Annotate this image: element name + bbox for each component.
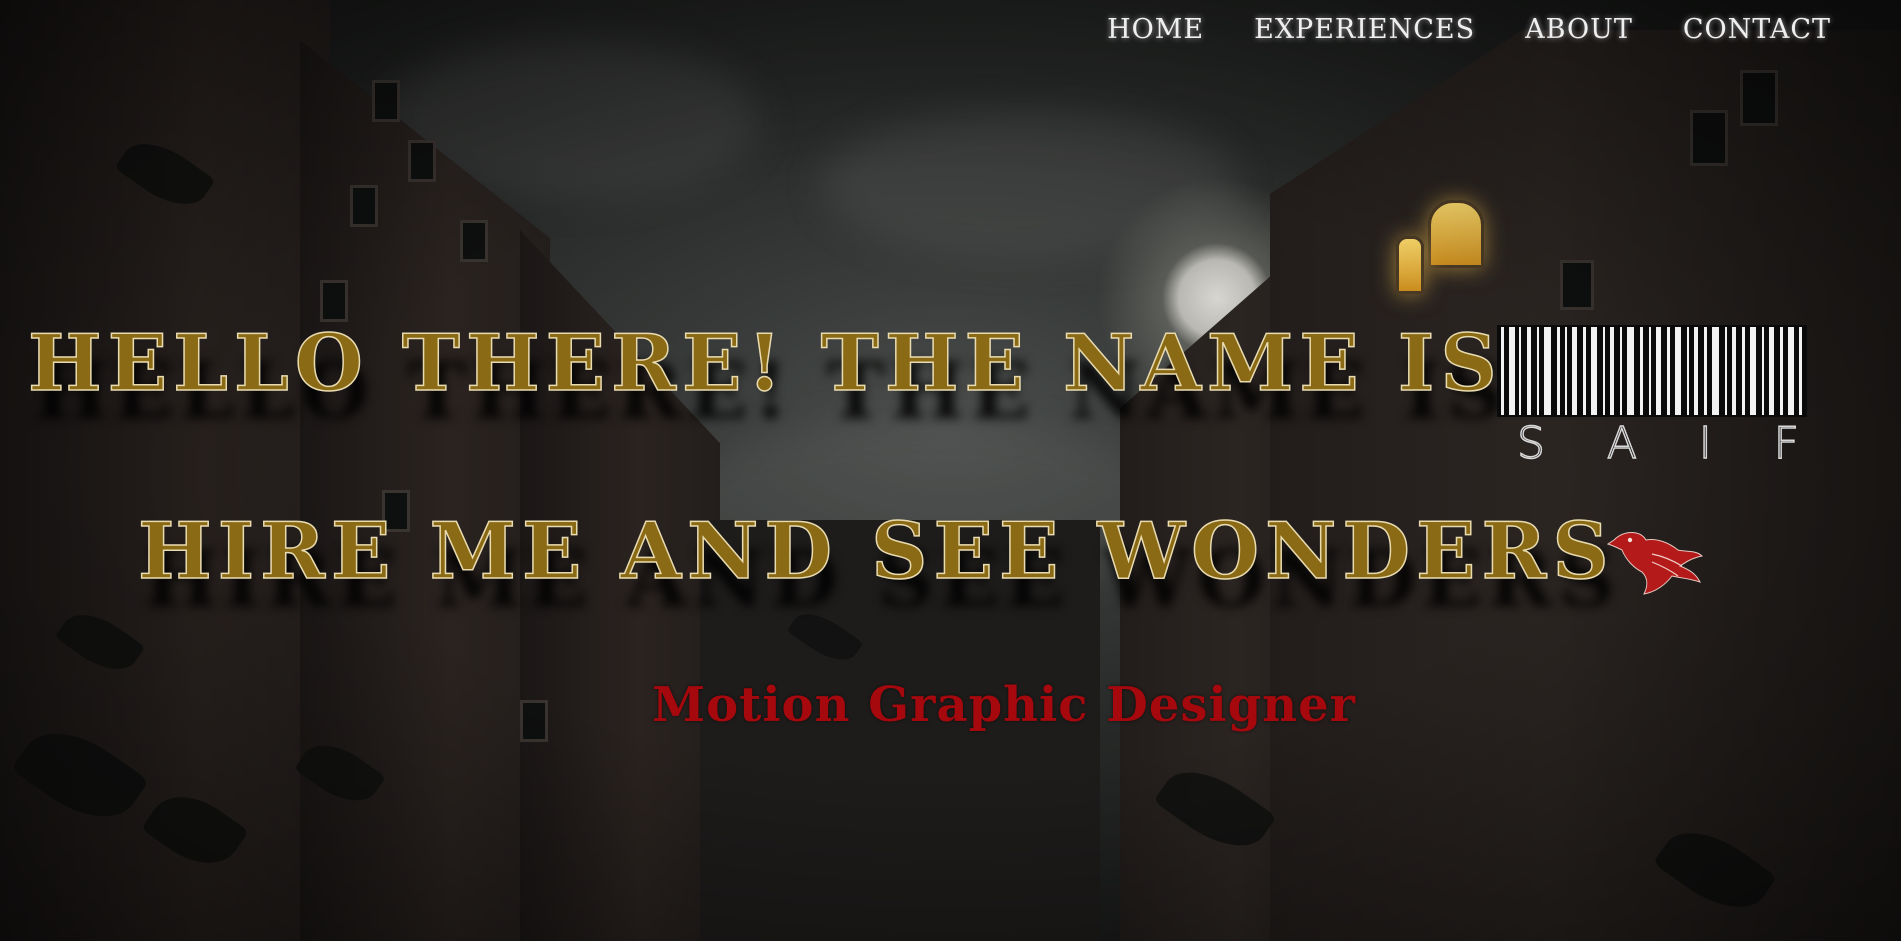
main-nav: HOME EXPERIENCES ABOUT CONTACT [1107,14,1831,45]
nav-experiences[interactable]: EXPERIENCES [1254,14,1475,45]
barcode-letter: A [1606,417,1645,470]
barcode-icon [1497,325,1807,417]
barcode-letter: F [1773,417,1807,470]
nav-home[interactable]: HOME [1107,14,1204,45]
barcode-letter: I [1698,417,1720,470]
barcode-letter: S [1516,417,1553,470]
nav-contact[interactable]: CONTACT [1683,14,1831,45]
background-scene [0,0,1901,941]
barcode-logo: S A I F [1497,325,1807,470]
nav-about[interactable]: ABOUT [1525,14,1633,45]
barcode-name: S A I F [1516,417,1807,470]
vignette [0,0,1901,941]
job-title: Motion Graphic Designer [652,677,1356,733]
phoenix-icon [1606,532,1704,595]
